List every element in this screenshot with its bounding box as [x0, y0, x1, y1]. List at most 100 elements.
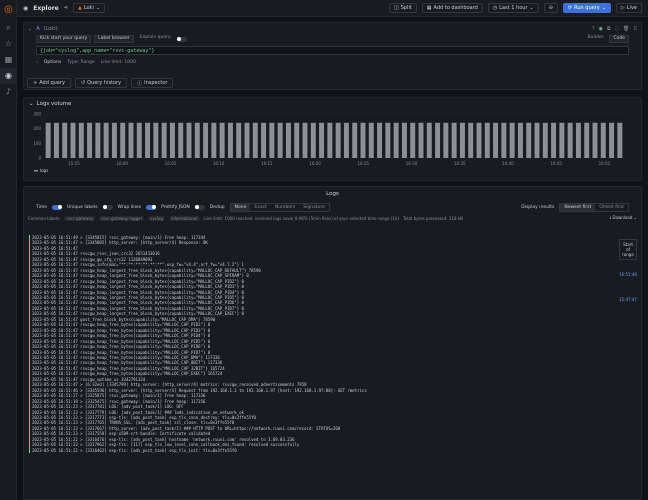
builder-tab[interactable]: Builder — [585, 35, 607, 43]
volume-bar — [219, 122, 225, 158]
logs-controls: Time Unique labels Wrap lines Prettify J… — [24, 201, 641, 213]
query-options[interactable]: › Options Type: Range Line limit: 1000 — [36, 58, 629, 67]
download-button[interactable]: ⭳ Download ⌄ — [610, 215, 637, 222]
dashboard-add-icon: ▦ — [426, 5, 432, 11]
x-tick-label: 16:30 — [406, 161, 418, 166]
volume-bar — [534, 122, 540, 158]
volume-bar — [501, 122, 507, 158]
page-title: Explore — [33, 4, 59, 12]
x-tick-label: 16:20 — [309, 161, 321, 166]
y-tick-label: 100 — [33, 141, 41, 146]
legend-swatch — [34, 170, 38, 172]
wrap-lines-toggle[interactable] — [146, 204, 157, 210]
add-query-button[interactable]: + Add query — [27, 78, 71, 88]
logs-title: Logs — [326, 191, 339, 197]
unique-labels-label: Unique labels — [67, 204, 98, 210]
log-row[interactable]: 2023-05-05 16:51:22 > [3316462] esp-tls:… — [29, 447, 609, 454]
volume-bar — [517, 122, 523, 158]
clock-icon: ◷ — [492, 5, 498, 11]
split-button[interactable]: ◫ Split — [388, 3, 417, 13]
delete-icon[interactable]: 🗑 — [623, 26, 629, 32]
start-of-range-button[interactable]: Start of range — [619, 239, 637, 260]
label-browser-button[interactable]: Label browser — [94, 35, 134, 43]
inspector-label: Inspector — [144, 80, 168, 86]
help-icon[interactable]: ? — [592, 26, 595, 32]
dashboards-icon[interactable]: ▦ — [0, 52, 17, 68]
time-range-label: Last 1 hour — [499, 5, 528, 11]
dedup-exact[interactable]: Exact — [250, 204, 271, 211]
explain-toggle-switch[interactable] — [176, 36, 187, 42]
dedup-none[interactable]: None — [230, 203, 251, 211]
time-toggle[interactable] — [52, 204, 63, 210]
prettify-json-toggle[interactable] — [194, 204, 205, 210]
line-limit-notice: Line limit: 1000 reached, received logs … — [203, 215, 400, 221]
refresh-icon: ⟳ — [567, 5, 573, 11]
hide-icon[interactable]: ◌ — [615, 26, 619, 32]
dedup-signature[interactable]: Signature — [299, 204, 329, 211]
volume-bar — [459, 122, 465, 158]
x-tick-label: 16:10 — [213, 161, 225, 166]
time-label: Time — [36, 204, 48, 210]
logs-volume-header[interactable]: ⌄ Logs volume — [24, 98, 641, 110]
y-tick-label: 200 — [33, 126, 41, 131]
alert-bell-icon[interactable]: ♪ — [0, 84, 17, 100]
info-icon: ⓘ — [137, 80, 143, 87]
explain-query-toggle[interactable]: Explain query — [137, 35, 174, 43]
common-labels-bar: Common labels: rsvc-gateway rsvc-gateway… — [24, 213, 641, 223]
volume-bar — [153, 122, 159, 158]
explore-icon[interactable]: ◉ — [0, 68, 17, 84]
query-tools: + Add query ↺ Query history ⓘ Inspector — [27, 78, 174, 88]
split-label: Split — [400, 5, 412, 11]
volume-bar — [87, 122, 93, 158]
grafana-logo-icon[interactable]: ◎ — [0, 0, 17, 20]
code-tab[interactable]: Code — [609, 35, 629, 43]
toggle-icon[interactable]: ◉ — [599, 26, 603, 32]
order-segment: Newest first Oldest first — [559, 202, 629, 212]
inspector-button[interactable]: ⓘ Inspector — [131, 78, 174, 88]
volume-bar — [551, 122, 557, 158]
volume-bar — [178, 122, 184, 158]
volume-bar — [343, 122, 349, 158]
query-history-button[interactable]: ↺ Query history — [74, 78, 128, 88]
unique-labels-toggle[interactable] — [102, 204, 113, 210]
volume-bar — [401, 122, 407, 158]
options-type: Type: Range — [67, 60, 95, 65]
query-header: ⌄ A (Loki) ? ◉ ⧉ ◌ 🗑 ⠿ — [24, 23, 641, 34]
zoom-out-button[interactable]: ⊖ — [543, 3, 558, 13]
query-editor[interactable]: {job="syslog",app_name="rsvc-gateway"} — [36, 46, 629, 55]
volume-bar — [186, 122, 192, 158]
volume-bar — [128, 122, 134, 158]
oldest-first[interactable]: Oldest first — [595, 204, 628, 211]
volume-bar — [352, 122, 358, 158]
options-line-limit: Line limit: 1000 — [100, 60, 136, 65]
newest-first[interactable]: Newest first — [560, 203, 596, 211]
time-picker[interactable]: ◷ Last 1 hour ⌄ — [487, 3, 539, 13]
live-button[interactable]: ▷ Live — [615, 3, 642, 13]
run-query-label: Run query — [574, 5, 600, 11]
nav-time-top: 16:51:49 — [619, 272, 637, 277]
datasource-picker[interactable]: ▲ Loki ⌄ — [72, 3, 106, 13]
volume-bar — [194, 122, 200, 158]
volume-bar — [368, 122, 374, 158]
volume-bar — [600, 122, 606, 158]
history-icon: ↺ — [80, 80, 86, 86]
options-label: Options — [43, 60, 62, 65]
nav-time-bottom: 15:47:47 — [619, 297, 637, 302]
copy-icon[interactable]: ⧉ — [607, 26, 611, 32]
common-label-chip: rsvc-gateway-logger — [99, 215, 145, 221]
dedup-numbers[interactable]: Numbers — [271, 204, 299, 211]
drag-handle-icon[interactable]: ⠿ — [633, 26, 637, 32]
display-results-label: Display results — [521, 204, 555, 210]
star-icon[interactable]: ☆ — [0, 36, 17, 52]
explore-toolbar: ◉ Explore ⋖ ▲ Loki ⌄ ◫ Split ▦ Add to dashbo… — [17, 0, 648, 17]
query-ref-id[interactable]: A — [36, 26, 39, 32]
share-icon[interactable]: ⋖ — [64, 5, 68, 11]
kick-start-button[interactable]: Kick start your query — [36, 35, 92, 43]
add-to-dashboard-button[interactable]: ▦ Add to dashboard — [421, 3, 483, 13]
volume-bar — [269, 122, 275, 158]
collapse-chevron-icon[interactable]: ⌄ — [28, 26, 32, 32]
search-icon[interactable]: ⌕ — [0, 20, 17, 36]
logs-volume-chart[interactable]: 300 200 100 0 15:55 16:00 16:05 16:10 16:15 16:20… — [24, 110, 641, 180]
volume-bar — [443, 122, 449, 158]
run-query-button[interactable]: ⟳ Run query ⌄ — [562, 3, 611, 13]
